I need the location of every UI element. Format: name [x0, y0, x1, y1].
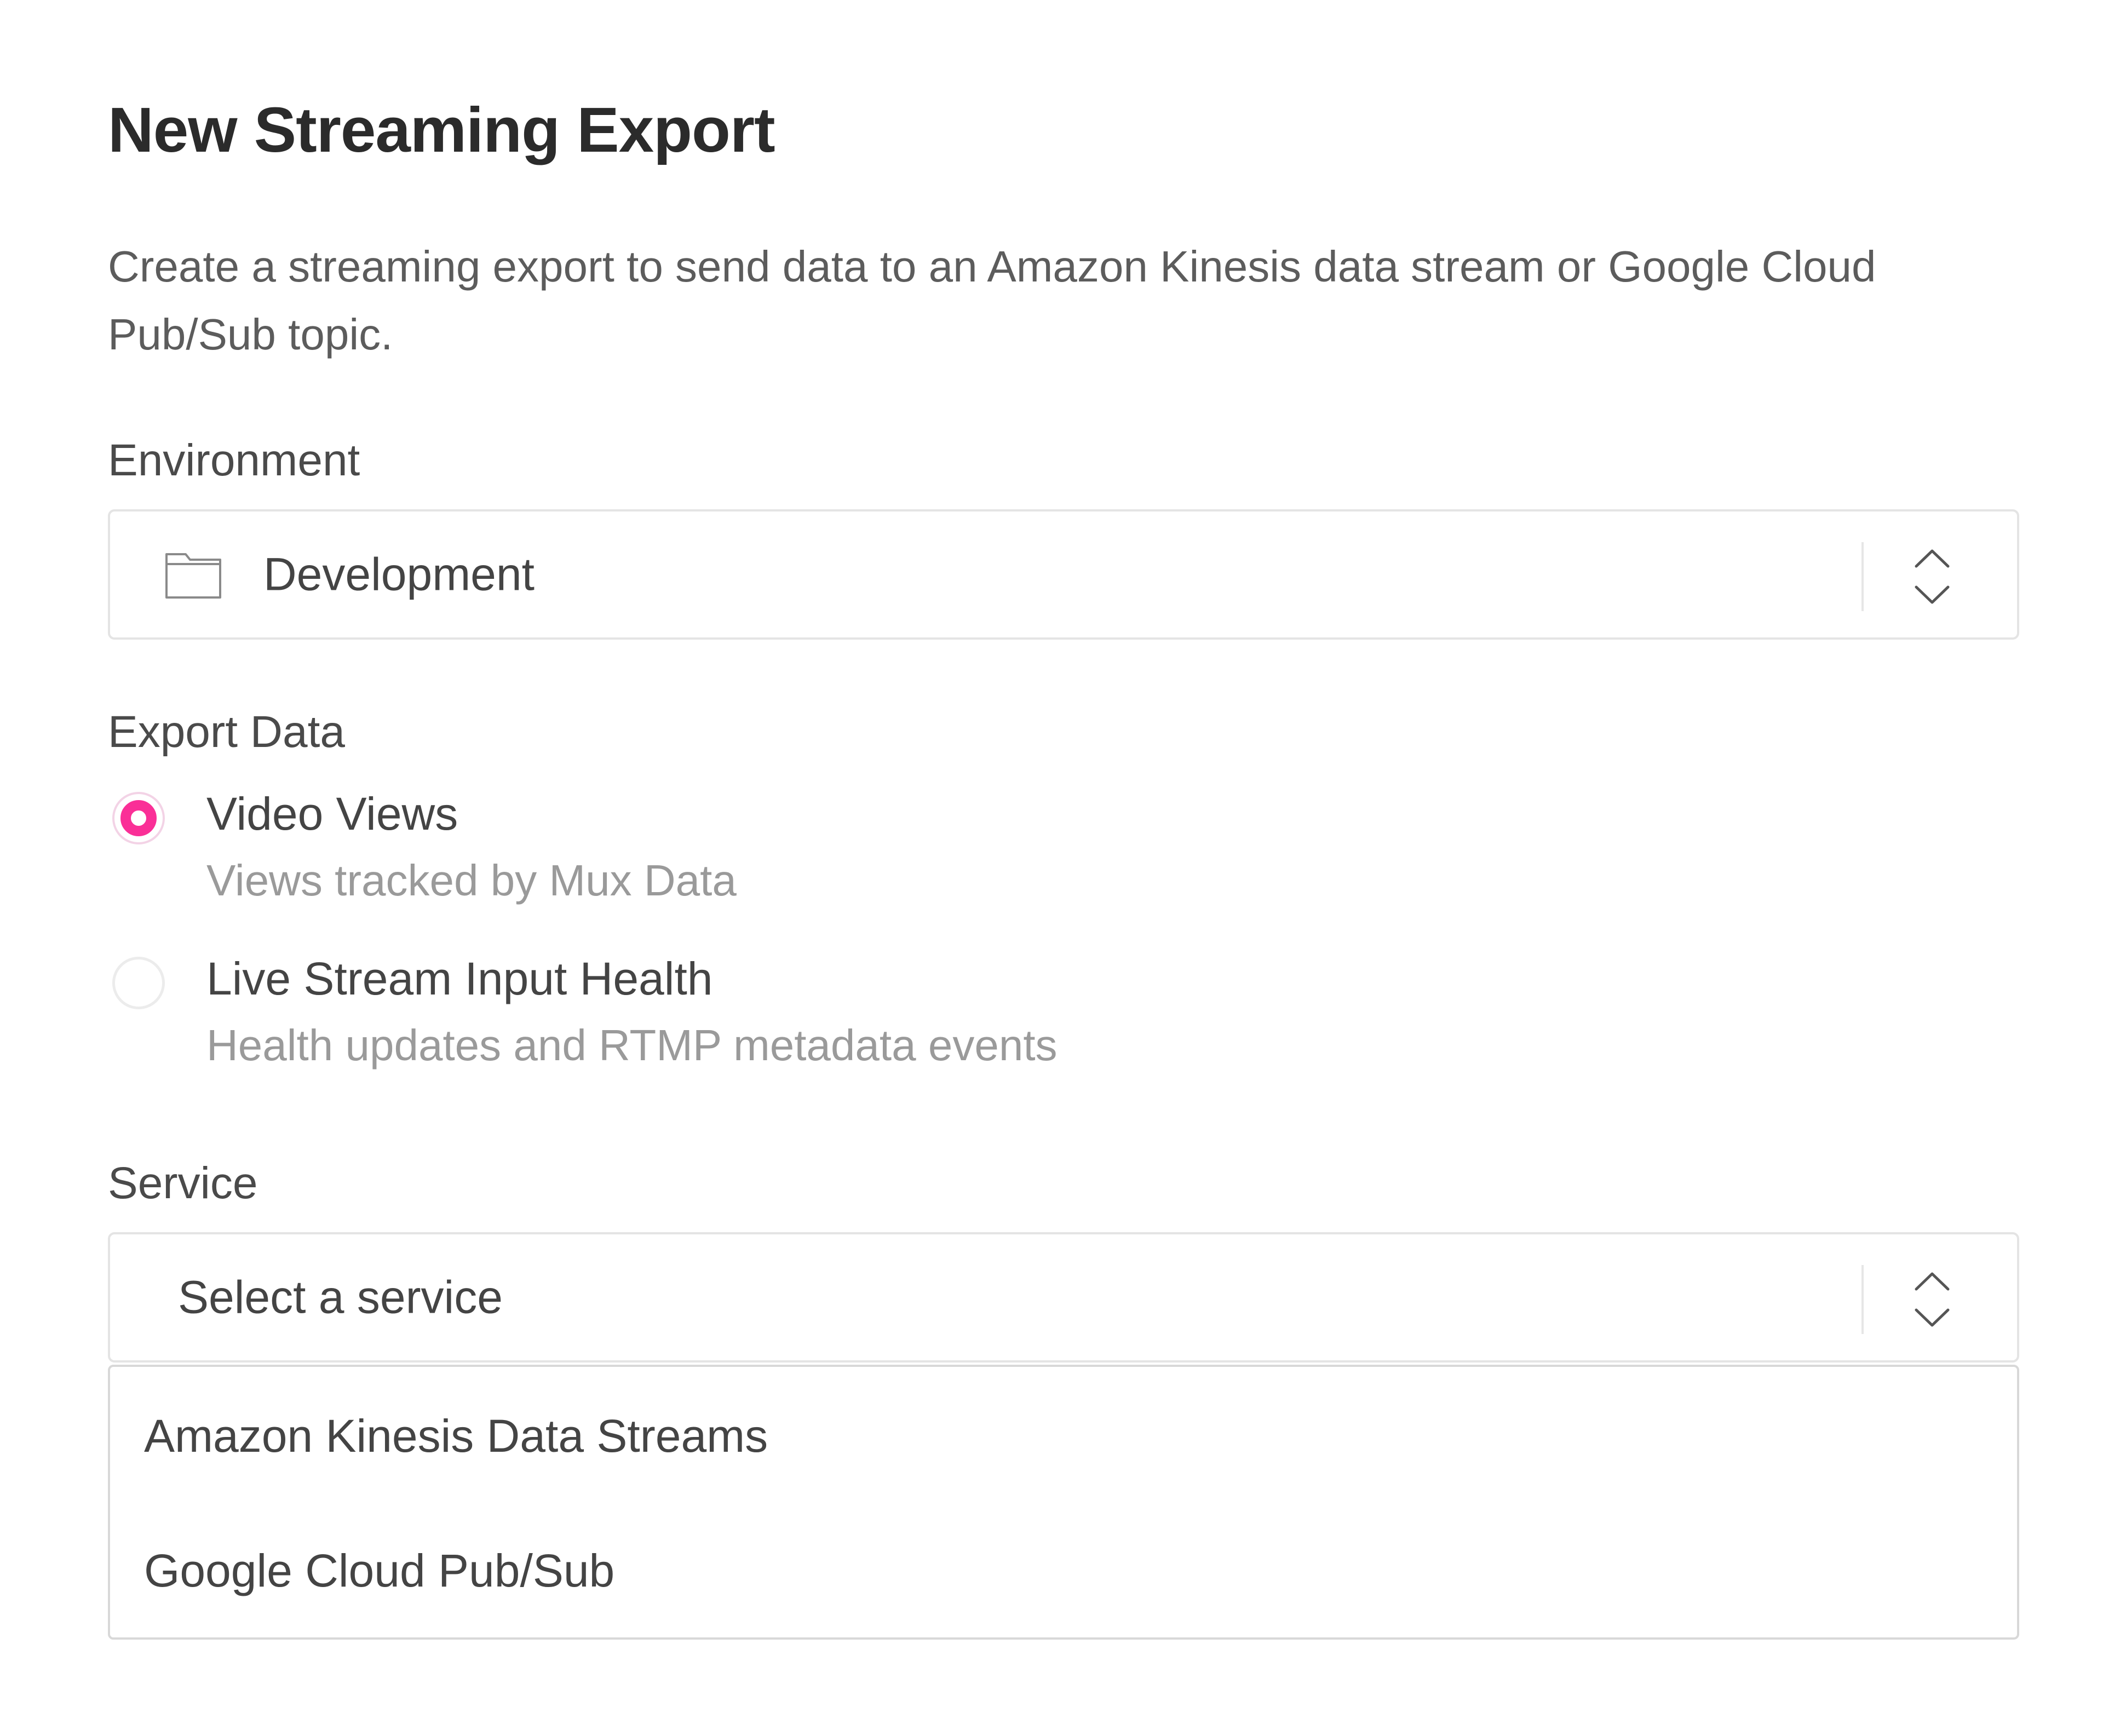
select-divider — [1861, 542, 1864, 611]
streaming-export-form: New Streaming Export Create a streaming … — [0, 0, 2103, 1736]
radio-option-description: Views tracked by Mux Data — [206, 856, 737, 905]
service-select[interactable]: Select a service — [108, 1232, 2019, 1363]
service-option-google-cloud-pubsub[interactable]: Google Cloud Pub/Sub — [144, 1543, 614, 1599]
select-divider — [1861, 1265, 1864, 1334]
export-data-label: Export Data — [108, 707, 345, 757]
radio-option-label: Live Stream Input Health — [206, 953, 713, 1004]
chevron-up-down-icon — [1915, 549, 1950, 604]
radio-button-selected[interactable] — [112, 792, 165, 844]
radio-option-label: Video Views — [206, 788, 458, 840]
service-label: Service — [108, 1158, 258, 1208]
radio-button-unselected[interactable] — [112, 957, 165, 1009]
page-title: New Streaming Export — [108, 94, 775, 165]
page-description: Create a streaming export to send data t… — [108, 242, 1876, 359]
environment-label: Environment — [108, 435, 360, 485]
service-placeholder: Select a service — [178, 1271, 503, 1323]
radio-option-description: Health updates and RTMP metadata events — [206, 1021, 1058, 1070]
service-option-amazon-kinesis[interactable]: Amazon Kinesis Data Streams — [144, 1409, 768, 1464]
chevron-up-down-icon — [1915, 1272, 1950, 1327]
environment-value: Development — [263, 548, 535, 600]
folder-icon — [165, 553, 221, 599]
environment-select[interactable]: Development — [108, 509, 2019, 640]
service-dropdown-menu: Amazon Kinesis Data Streams Google Cloud… — [108, 1365, 2019, 1640]
